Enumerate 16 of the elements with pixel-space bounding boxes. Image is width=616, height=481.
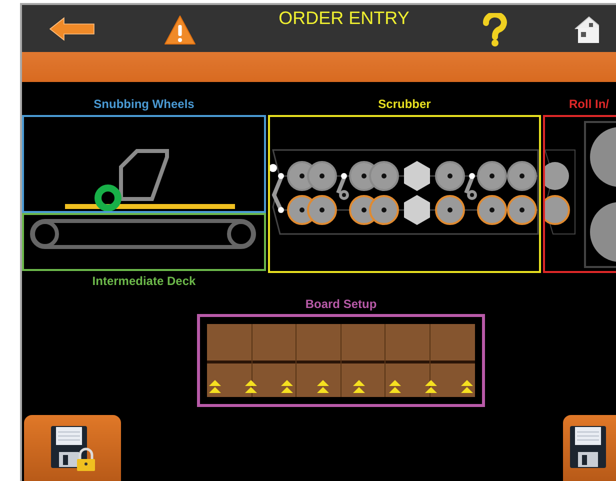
section-label: Board Setup xyxy=(304,297,378,311)
warning-icon xyxy=(163,14,197,46)
warning-button[interactable] xyxy=(163,14,197,46)
section-label: Snubbing Wheels xyxy=(92,97,196,111)
locked-floppy-disk-icon xyxy=(48,424,96,472)
home-button[interactable] xyxy=(573,15,599,45)
save-locked-button[interactable] xyxy=(24,415,121,481)
back-arrow-icon xyxy=(49,17,95,41)
section-label: Roll In/ xyxy=(568,97,610,111)
question-mark-icon xyxy=(482,13,508,47)
house-icon xyxy=(573,15,599,45)
back-button[interactable] xyxy=(49,17,97,41)
section-label: Scrubber xyxy=(377,97,432,111)
screen-title: ORDER ENTRY xyxy=(278,7,410,29)
section-label: Intermediate Deck xyxy=(91,274,197,288)
save-button[interactable] xyxy=(563,415,616,481)
